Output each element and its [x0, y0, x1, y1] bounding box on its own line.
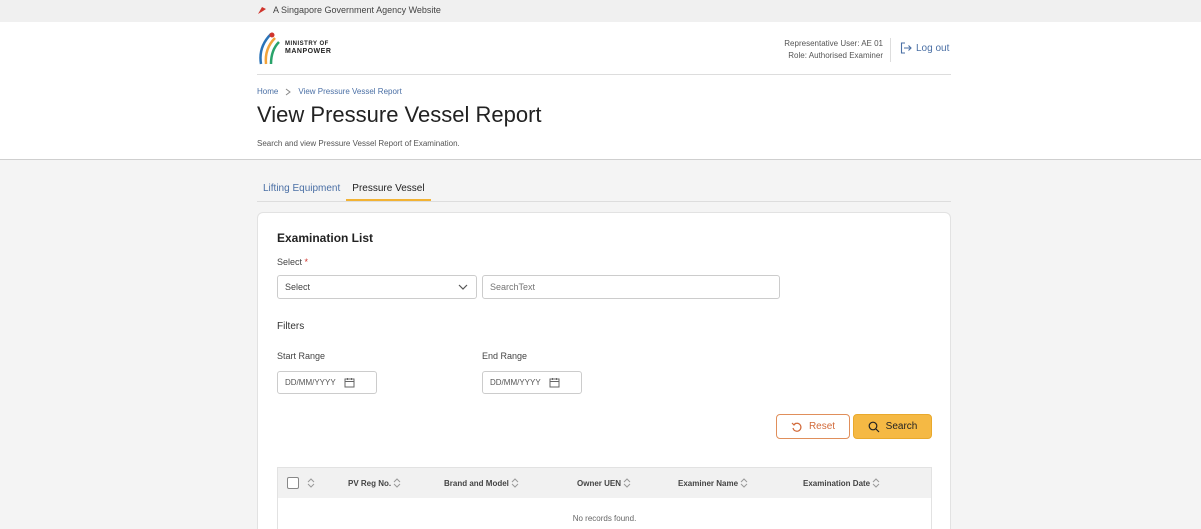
calendar-icon	[549, 378, 560, 388]
sort-icon[interactable]	[307, 478, 315, 488]
mom-logo[interactable]: MINISTRY OF MANPOWER	[257, 30, 331, 66]
column-owner-uen[interactable]: Owner UEN	[577, 478, 631, 488]
select-value: Select	[285, 282, 311, 292]
examination-list-card: Examination List Select * Select Filters…	[257, 212, 951, 529]
end-range-label: End Range	[482, 351, 528, 361]
merlion-icon	[258, 6, 266, 14]
reset-icon	[791, 422, 802, 432]
chevron-right-icon	[286, 88, 292, 95]
reset-label: Reset	[808, 421, 836, 432]
start-range-label: Start Range	[277, 351, 326, 361]
sort-icon	[393, 478, 401, 488]
end-range-placeholder: DD/MM/YYYY	[490, 378, 541, 387]
column-examination-date[interactable]: Examination Date	[803, 478, 880, 488]
sort-icon	[872, 478, 880, 488]
column-label: Brand and Model	[444, 478, 509, 488]
gov-banner: A Singapore Government Agency Website	[0, 0, 1201, 22]
logout-icon	[900, 42, 912, 54]
tab-bar: Lifting Equipment Pressure Vessel	[257, 178, 951, 202]
site-header: MINISTRY OF MANPOWER Representative User…	[0, 22, 1201, 160]
logout-button[interactable]: Log out	[900, 42, 949, 54]
reset-button[interactable]: Reset	[776, 414, 850, 439]
breadcrumb-home[interactable]: Home	[257, 87, 278, 96]
page-title: View Pressure Vessel Report	[257, 102, 542, 127]
search-icon	[868, 421, 880, 432]
search-label: Search	[885, 421, 918, 432]
search-button[interactable]: Search	[853, 414, 932, 439]
column-brand-model[interactable]: Brand and Model	[444, 478, 519, 488]
logout-label: Log out	[916, 42, 950, 54]
select-dropdown[interactable]: Select	[277, 275, 477, 299]
start-range-placeholder: DD/MM/YYYY	[285, 378, 336, 387]
logo-line-1: MINISTRY OF	[285, 41, 329, 47]
calendar-icon	[344, 378, 355, 388]
user-role: Role: Authorised Examiner	[788, 51, 883, 60]
sort-icon	[511, 478, 519, 488]
search-input[interactable]	[482, 275, 780, 299]
header-rule	[257, 74, 951, 75]
column-label: PV Reg No.	[348, 478, 392, 488]
column-label: Examination Date	[803, 478, 871, 488]
column-label: Examiner Name	[678, 478, 739, 488]
start-range-field[interactable]: DD/MM/YYYY	[277, 371, 377, 394]
examination-table: PV Reg No. Brand and Model Owner UEN Exa…	[277, 467, 932, 529]
logo-line-2: MANPOWER	[285, 48, 332, 55]
select-label: Select *	[277, 257, 308, 267]
representative-user: Representative User: AE 01	[784, 39, 883, 48]
end-range-field[interactable]: DD/MM/YYYY	[482, 371, 582, 394]
sort-icon	[740, 478, 748, 488]
user-info: Representative User: AE 01 Role: Authori…	[784, 38, 883, 62]
card-title: Examination List	[277, 231, 374, 245]
main-content: Lifting Equipment Pressure Vessel Examin…	[0, 160, 1201, 529]
column-pv-reg-no[interactable]: PV Reg No.	[348, 478, 401, 488]
empty-state-text: No records found.	[572, 514, 637, 523]
required-mark: *	[304, 257, 309, 267]
sort-icon	[623, 478, 631, 488]
table-header: PV Reg No. Brand and Model Owner UEN Exa…	[278, 468, 931, 498]
select-all-checkbox[interactable]	[287, 477, 299, 489]
mom-logo-icon	[259, 32, 280, 65]
gov-banner-text: A Singapore Government Agency Website	[273, 5, 441, 15]
page-subtitle: Search and view Pressure Vessel Report o…	[257, 139, 460, 148]
column-examiner-name[interactable]: Examiner Name	[678, 478, 748, 488]
filters-label: Filters	[277, 321, 305, 332]
select-label-text: Select	[277, 257, 303, 267]
breadcrumb: Home View Pressure Vessel Report	[257, 87, 402, 96]
header-divider	[890, 38, 891, 62]
column-label: Owner UEN	[577, 478, 622, 488]
tab-lifting-equipment[interactable]: Lifting Equipment	[257, 178, 346, 201]
tab-pressure-vessel[interactable]: Pressure Vessel	[346, 178, 431, 201]
chevron-down-icon	[458, 284, 468, 290]
breadcrumb-current: View Pressure Vessel Report	[298, 87, 402, 96]
